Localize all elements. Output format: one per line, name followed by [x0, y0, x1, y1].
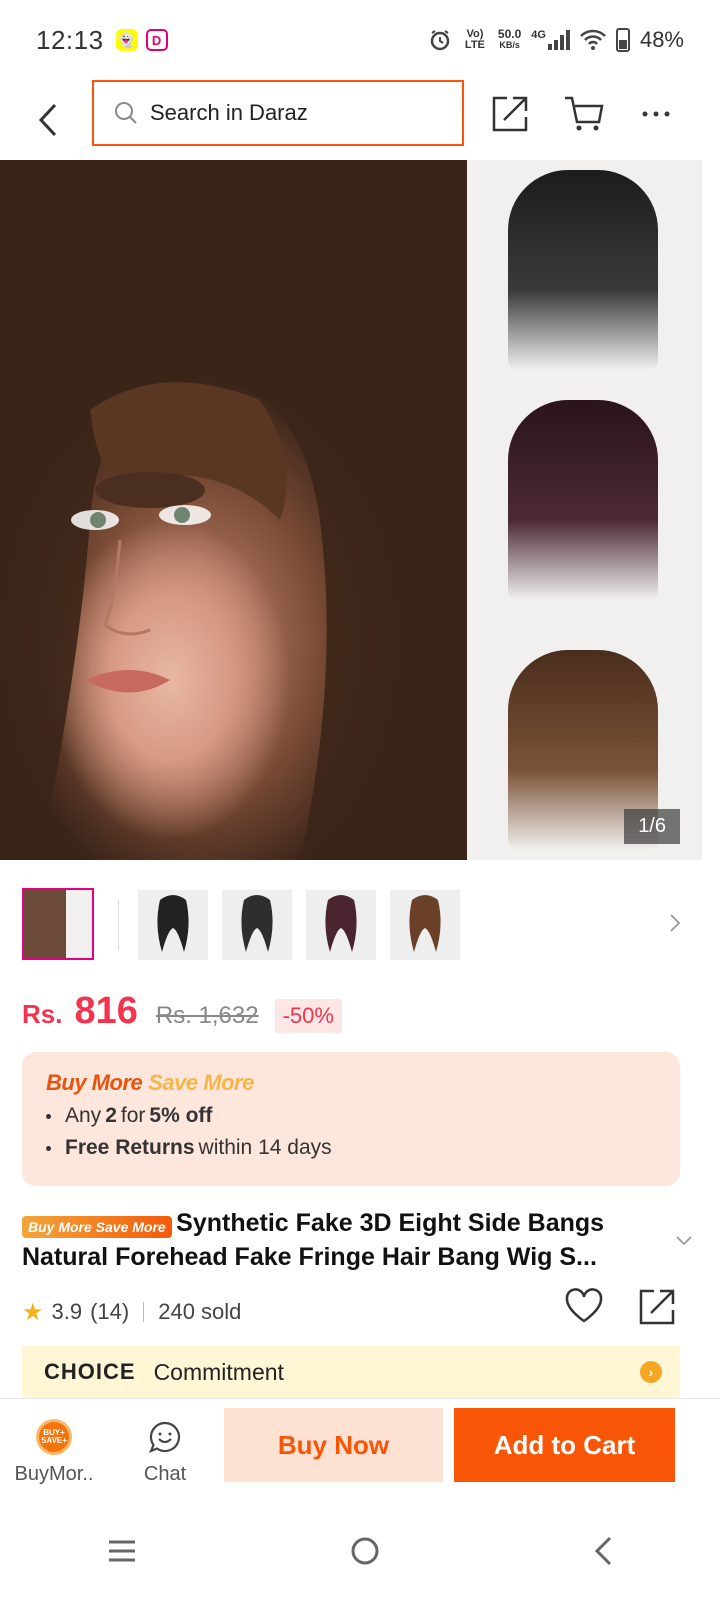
home-circle-icon — [351, 1537, 379, 1564]
share-product-button[interactable] — [638, 1288, 676, 1331]
model-illustration — [0, 174, 437, 860]
network-speed: 50.0 KB/s — [497, 27, 522, 50]
more-options-button[interactable] — [632, 90, 680, 138]
search-icon — [115, 102, 137, 124]
volte-indicator: Vo) LTE — [464, 28, 485, 51]
home-button[interactable] — [350, 1536, 380, 1571]
rating-count: (14) — [90, 1299, 130, 1324]
cart-icon — [565, 96, 604, 131]
share-icon — [492, 96, 528, 132]
promo-returns-line: Free Returns within 14 days — [46, 1136, 656, 1160]
recent-apps-button[interactable] — [107, 1539, 137, 1568]
thumbnails-next-button[interactable] — [670, 912, 681, 938]
search-input[interactable]: Search in Daraz — [92, 80, 464, 146]
buy-now-button[interactable]: Buy Now — [224, 1408, 443, 1482]
more-icon — [642, 111, 670, 117]
system-navigation-bar — [0, 1498, 720, 1608]
wifi-icon — [580, 29, 606, 50]
status-time: 12:13 — [36, 24, 104, 55]
battery-icon — [615, 28, 630, 52]
price-currency: Rs. — [22, 999, 63, 1029]
dark-brown-bangs — [508, 400, 658, 600]
buy-more-icon: BUY+ SAVE+ — [36, 1419, 72, 1455]
product-image-carousel[interactable]: 1/6 — [0, 160, 702, 860]
rating-row[interactable]: ★ 3.9 (14) 240 sold — [22, 1290, 241, 1334]
buy-more-label: BuyMor.. — [14, 1463, 94, 1485]
thumbnail-strip — [0, 880, 720, 970]
chat-icon — [148, 1421, 181, 1454]
promo-title: Buy More Save More — [46, 1070, 254, 1095]
heart-icon — [565, 1288, 603, 1323]
cart-button[interactable] — [560, 90, 608, 138]
choice-text: Commitment — [153, 1358, 284, 1385]
bottom-action-bar: BUY+ SAVE+ BuyMor.. Chat Buy Now Add to … — [0, 1398, 720, 1498]
thumbnail-dark-brown[interactable] — [306, 890, 376, 960]
sold-count: 240 sold — [158, 1299, 242, 1324]
thumbnail-brown[interactable] — [390, 890, 460, 960]
chevron-right-circle-icon: › — [640, 1361, 662, 1383]
buy-more-save-more-badge: Buy More Save More — [22, 1215, 172, 1238]
bangs-photo — [468, 160, 702, 860]
app-notification-icon: D — [145, 29, 168, 51]
promo-offer-line: Any 2 for 5% off — [46, 1104, 656, 1128]
search-placeholder: Search in Daraz — [150, 100, 308, 125]
thumbnail-divider — [118, 900, 119, 950]
chat-label: Chat — [143, 1463, 187, 1485]
signal-indicator: 4G — [531, 30, 570, 50]
buy-more-button[interactable]: BUY+ SAVE+ BuyMor.. — [4, 1417, 104, 1486]
price-current: 816 — [74, 990, 138, 1032]
menu-icon — [108, 1540, 135, 1561]
thumbnail-black-2[interactable] — [222, 890, 292, 960]
model-photo — [0, 160, 467, 860]
expand-title-button[interactable] — [676, 1230, 692, 1251]
battery-level: 48% — [639, 27, 684, 52]
rating-divider — [143, 1302, 145, 1322]
wishlist-button[interactable] — [564, 1288, 604, 1331]
thumbnail-main[interactable] — [22, 888, 94, 960]
choice-commitment-banner[interactable]: CHOICE Commitment › — [22, 1346, 680, 1398]
product-actions — [564, 1288, 676, 1331]
product-title-block[interactable]: Buy More Save More Synthetic Fake 3D Eig… — [22, 1206, 662, 1274]
image-counter: 1/6 — [624, 809, 680, 844]
star-icon: ★ — [22, 1298, 44, 1326]
back-button[interactable] — [18, 90, 78, 150]
alarm-icon — [430, 30, 450, 51]
signal-bars-icon — [547, 30, 570, 50]
chat-button[interactable]: Chat — [115, 1417, 215, 1486]
status-bar: 12:13 👻 D Vo) LTE 50.0 KB/s 4G 48% — [0, 0, 720, 80]
system-back-button[interactable] — [593, 1536, 613, 1571]
choice-logo: CHOICE — [44, 1359, 136, 1384]
share-button[interactable] — [486, 90, 534, 138]
snapchat-notification-icon: 👻 — [115, 29, 138, 51]
add-to-cart-button[interactable]: Add to Cart — [454, 1408, 675, 1482]
back-chevron-icon — [595, 1536, 612, 1565]
chevron-left-icon — [38, 103, 57, 137]
thumbnail-black[interactable] — [138, 890, 208, 960]
top-nav: Search in Daraz — [0, 80, 720, 160]
rating-score: 3.9 — [51, 1299, 83, 1324]
status-indicators: Vo) LTE 50.0 KB/s 4G 48% — [428, 27, 684, 53]
share-icon — [639, 1289, 675, 1325]
discount-badge: -50% — [274, 999, 342, 1033]
black-bangs — [508, 170, 658, 370]
chevron-right-icon — [670, 914, 681, 932]
price-original: Rs. 1,632 — [155, 1002, 259, 1029]
price-row: Rs. 816 Rs. 1,632 -50% — [22, 990, 342, 1040]
chevron-down-icon — [676, 1236, 692, 1246]
buy-more-promo-card[interactable]: Buy More Save More Any 2 for 5% off Free … — [22, 1052, 680, 1186]
